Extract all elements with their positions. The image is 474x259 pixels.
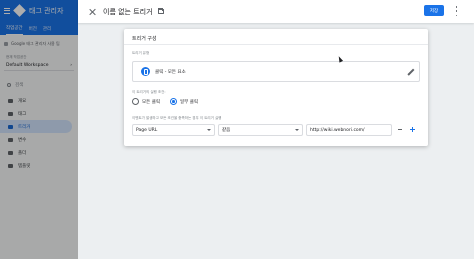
variable-select[interactable]: Page URL	[132, 124, 215, 136]
radio-some-clicks[interactable]: 일부 클릭	[170, 98, 198, 105]
more-vert-icon[interactable]	[455, 6, 458, 16]
add-condition-icon[interactable]	[410, 127, 415, 132]
condition-value: http://wiki.webnori.com/	[310, 127, 365, 133]
edit-pencil-icon[interactable]	[407, 68, 414, 75]
trigger-type-name: 클릭 - 모든 요소	[155, 69, 186, 75]
trigger-type-label: 트리거 유형	[132, 51, 150, 55]
close-icon[interactable]	[88, 7, 98, 17]
radio-button[interactable]	[132, 98, 139, 105]
radio-all-clicks[interactable]: 모든 클릭	[132, 98, 160, 105]
dropdown-caret-icon	[207, 129, 211, 131]
operator-value: 같음	[222, 128, 231, 133]
fire-condition-label: 이 트리거의 실행 조건:	[132, 90, 166, 94]
divider	[124, 44, 428, 45]
radio-label: 모든 클릭	[142, 99, 160, 105]
trigger-name[interactable]: 이름 없는 트리거	[103, 7, 153, 17]
card-title: 트리거 구성	[132, 36, 157, 42]
condition-label: 이벤트가 발생하고 모든 조건을 충족하는 경우 이 트리거 실행	[132, 116, 222, 120]
editor-header: 이름 없는 트리거 저장	[78, 0, 474, 23]
folder-icon[interactable]	[157, 8, 164, 14]
click-icon	[141, 67, 150, 76]
trigger-type-selector[interactable]: 클릭 - 모든 요소	[132, 61, 420, 82]
remove-condition-icon[interactable]	[398, 129, 402, 130]
variable-value: Page URL	[136, 127, 158, 133]
dropdown-caret-icon	[295, 129, 299, 131]
operator-select[interactable]: 같음	[218, 124, 303, 136]
value-input[interactable]: http://wiki.webnori.com/	[306, 124, 392, 136]
save-button[interactable]: 저장	[424, 5, 444, 16]
radio-label: 일부 클릭	[180, 99, 198, 105]
radio-button[interactable]	[170, 98, 177, 105]
trigger-config-card: 트리거 구성 트리거 유형 클릭 - 모든 요소 이 트리거의 실행 조건: 모…	[124, 29, 428, 146]
